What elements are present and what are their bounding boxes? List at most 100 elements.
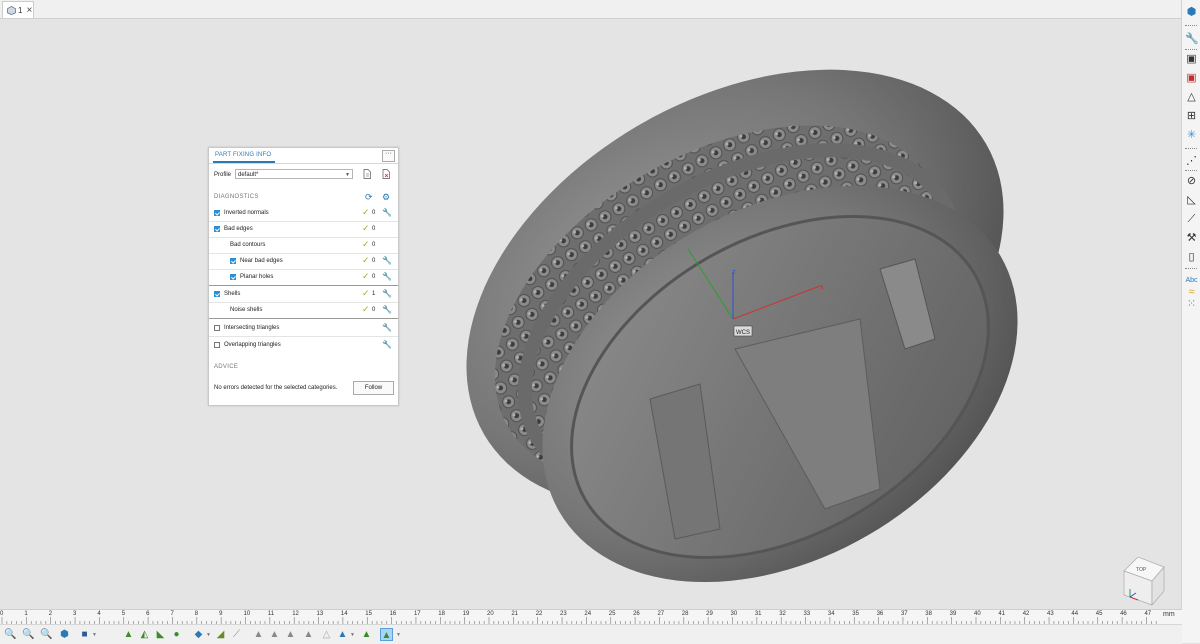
wrench-icon[interactable]: 🔧 bbox=[382, 305, 392, 314]
zoom-fit-icon[interactable]: 🔍 bbox=[22, 628, 35, 641]
wrench-icon[interactable]: 🔧 bbox=[382, 256, 392, 265]
checkbox-bad-edges[interactable] bbox=[214, 226, 220, 232]
no-sign-icon[interactable]: ⊘ bbox=[1185, 175, 1198, 188]
ok-check-icon: ✓ bbox=[362, 223, 370, 233]
ruler-number: 32 bbox=[779, 611, 786, 617]
measure-icon[interactable]: ◺ bbox=[1185, 194, 1198, 207]
ruler-number: 27 bbox=[657, 611, 665, 617]
grid-dots-icon[interactable]: ⁙ bbox=[1185, 298, 1198, 311]
tool-icon[interactable]: ⚒ bbox=[1185, 232, 1198, 245]
checkbox-inverted-normals[interactable] bbox=[214, 210, 220, 216]
ruler-number: 20 bbox=[487, 611, 494, 617]
checkbox-shells[interactable] bbox=[214, 291, 220, 297]
wrench-icon[interactable]: 🔧 bbox=[1185, 33, 1199, 46]
dots-line-icon[interactable]: ⋰ bbox=[1185, 155, 1198, 168]
ruler-number: 30 bbox=[730, 611, 738, 617]
advice-header: ADVICE bbox=[214, 364, 239, 370]
profile-delete-button[interactable] bbox=[381, 169, 391, 180]
view-cube-icon[interactable]: ⬢ bbox=[58, 628, 71, 641]
bottom-toolbar: 🔍 🔍 🔍 ⬢ ■ ▼ ▲ ◭ ◣ ● ◆ ▼ ◢ ⟋ ▲ ▲ ▲ ▲ △ ▲ … bbox=[0, 624, 1182, 644]
navigation-cube[interactable]: TOP bbox=[1118, 557, 1170, 609]
checkbox-overlapping-triangles[interactable] bbox=[214, 342, 220, 348]
profile-label: Profile bbox=[214, 172, 232, 178]
box-grid-icon[interactable]: ⊞ bbox=[1185, 110, 1198, 123]
grey-tri-5-icon[interactable]: △ bbox=[320, 628, 333, 641]
advice-text: No errors detected for the selected cate… bbox=[214, 385, 338, 391]
active-view-icon[interactable]: ▲ bbox=[380, 628, 393, 641]
ruler-number: 35 bbox=[852, 611, 859, 617]
box-red-icon[interactable]: ▣ bbox=[1185, 72, 1198, 85]
chevron-down-icon[interactable]: ▼ bbox=[206, 632, 211, 638]
profile-load-button[interactable] bbox=[362, 169, 372, 180]
checkbox-near-bad-edges[interactable] bbox=[230, 258, 236, 264]
ruler-number: 29 bbox=[706, 611, 713, 617]
ruler-number: 37 bbox=[900, 611, 908, 617]
green-mesh-icon[interactable]: ◣ bbox=[154, 628, 167, 641]
row-bad-contours: Bad contours ✓ 0 bbox=[209, 237, 398, 254]
follow-button[interactable]: Follow bbox=[353, 381, 394, 395]
separator bbox=[1185, 170, 1197, 171]
green-ball-icon[interactable]: ● bbox=[170, 628, 183, 641]
zoom-window-icon[interactable]: 🔍 bbox=[40, 628, 53, 641]
ok-check-icon: ✓ bbox=[362, 304, 370, 314]
chevron-down-icon[interactable]: ▼ bbox=[350, 632, 355, 638]
part-cube-icon[interactable]: ⬢ bbox=[1185, 6, 1198, 19]
wrench-icon[interactable]: 🔧 bbox=[382, 208, 392, 217]
diagnostics-header: DIAGNOSTICS bbox=[214, 194, 259, 200]
part-fixing-info-panel: PART FIXING INFO ··· Profile default* ▼ … bbox=[208, 147, 399, 406]
separator bbox=[1185, 25, 1197, 26]
ruler-number: 5 bbox=[121, 611, 126, 617]
profile-select[interactable]: default* ▼ bbox=[235, 169, 353, 179]
refresh-icon[interactable]: ⟳ bbox=[365, 192, 373, 203]
ruler-number: 42 bbox=[1022, 611, 1030, 617]
ok-check-icon: ✓ bbox=[362, 288, 370, 298]
ruler-number: 40 bbox=[974, 611, 981, 617]
page-icon[interactable]: ▯ bbox=[1185, 251, 1198, 264]
3d-viewport[interactable]: x z WCS TOP bbox=[0, 19, 1182, 609]
snowflake-icon[interactable]: ✳ bbox=[1185, 129, 1198, 142]
ruler-number: 47 bbox=[1144, 611, 1152, 617]
chevron-down-icon[interactable]: ▼ bbox=[92, 632, 97, 638]
checkbox-planar-holes[interactable] bbox=[230, 274, 236, 280]
pen-icon[interactable]: △ bbox=[1185, 91, 1198, 104]
chevron-down-icon[interactable]: ▼ bbox=[396, 632, 401, 638]
row-label: Inverted normals bbox=[224, 210, 269, 216]
grey-tri-2-icon[interactable]: ▲ bbox=[268, 628, 281, 641]
wrench-icon[interactable]: 🔧 bbox=[382, 340, 392, 349]
separator bbox=[1185, 268, 1197, 269]
grey-tri-4-icon[interactable]: ▲ bbox=[302, 628, 315, 641]
green-shade-icon[interactable]: ▲ bbox=[122, 628, 135, 641]
settings-refresh-icon[interactable]: ⚙ bbox=[382, 192, 390, 203]
blue-tri-icon[interactable]: ▲ bbox=[336, 628, 349, 641]
green-wire-icon[interactable]: ◭ bbox=[138, 628, 151, 641]
cut-icon[interactable]: ◢ bbox=[214, 628, 227, 641]
zoom-icon[interactable]: 🔍 bbox=[4, 628, 17, 641]
view-box-icon[interactable]: ■ bbox=[78, 628, 91, 641]
separator bbox=[1185, 49, 1197, 50]
yellow-tri-icon[interactable]: ▲ bbox=[360, 628, 373, 641]
document-tab-bar: 1 × bbox=[0, 0, 1182, 19]
row-count: 0 bbox=[372, 242, 376, 248]
row-inverted-normals: Inverted normals ✓ 0 🔧 bbox=[209, 205, 398, 222]
checkbox-intersecting-triangles[interactable] bbox=[214, 325, 220, 331]
axis-z-label: z bbox=[732, 269, 736, 276]
panel-menu-button[interactable]: ··· bbox=[382, 150, 395, 162]
grey-tri-1-icon[interactable]: ▲ bbox=[252, 628, 265, 641]
row-label: Bad contours bbox=[230, 242, 266, 248]
ruler-number: 25 bbox=[608, 611, 616, 617]
ruler-number: 43 bbox=[1047, 611, 1054, 617]
tab-close-icon[interactable]: × bbox=[26, 5, 32, 16]
ruler-number: 33 bbox=[803, 611, 811, 617]
grey-tri-3-icon[interactable]: ▲ bbox=[284, 628, 297, 641]
document-tab[interactable]: 1 × bbox=[2, 1, 34, 18]
ruler-pen-icon[interactable]: ⟋ bbox=[1185, 213, 1198, 226]
wrench-icon[interactable]: 🔧 bbox=[382, 272, 392, 281]
triangle-part-icon[interactable]: ◆ bbox=[192, 628, 205, 641]
ruler-number: 18 bbox=[438, 611, 445, 617]
wrench-icon[interactable]: 🔧 bbox=[382, 323, 392, 332]
cut-view-icon[interactable]: ⟋ bbox=[230, 628, 243, 641]
panel-title-underline bbox=[213, 161, 275, 163]
wrench-icon[interactable]: 🔧 bbox=[382, 289, 392, 298]
ruler-ticks bbox=[1, 617, 1157, 625]
box-icon[interactable]: ▣ bbox=[1185, 53, 1198, 66]
